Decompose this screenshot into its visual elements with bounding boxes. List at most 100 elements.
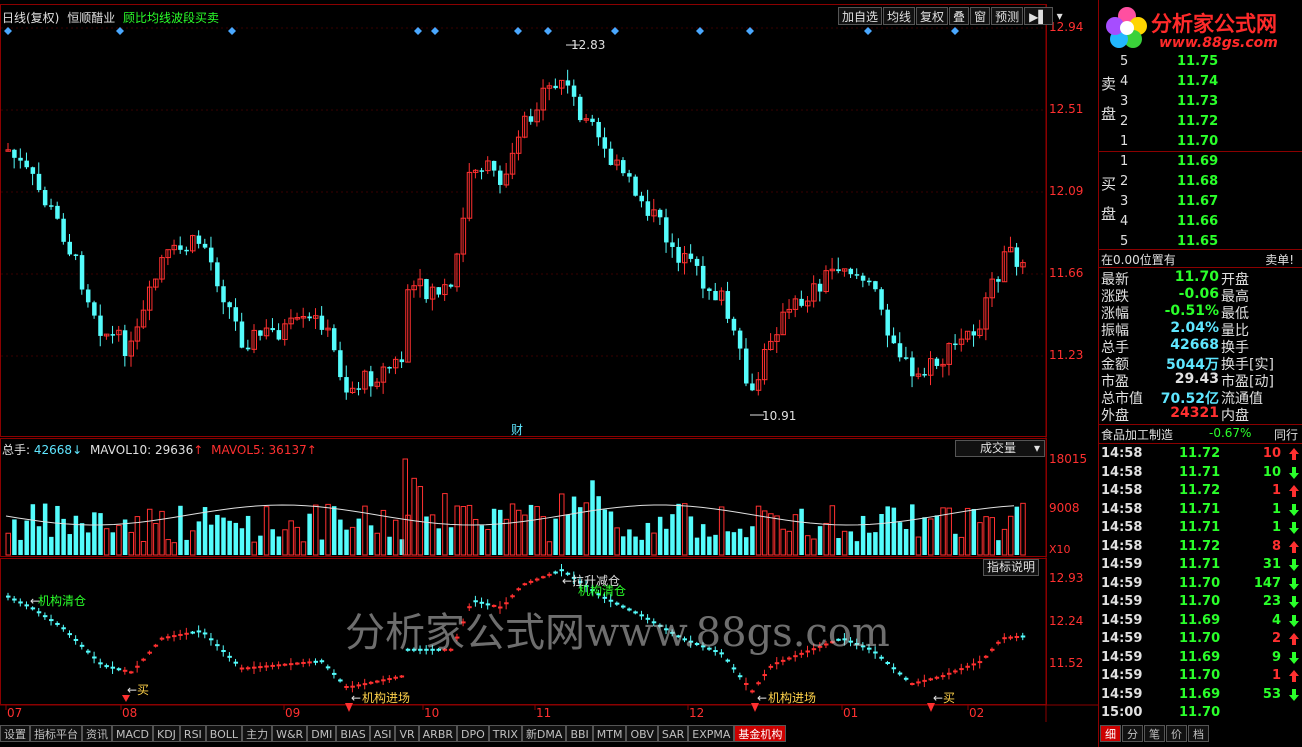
sell-row[interactable]: 1 11.70	[1117, 132, 1302, 152]
quote-tab-0[interactable]: 细	[1100, 725, 1121, 742]
tab-macd[interactable]: MACD	[112, 725, 153, 742]
buy-price: 11.65	[1177, 234, 1219, 249]
tick-price: 11.70	[1179, 594, 1221, 609]
tab-基金机构[interactable]: 基金机构	[734, 725, 787, 742]
tab-sar[interactable]: SAR	[657, 725, 689, 742]
arrow-left-icon: ←	[757, 691, 767, 705]
tab-资讯[interactable]: 资讯	[82, 725, 112, 742]
tick-price: 11.71	[1179, 501, 1221, 517]
forecast-button[interactable]: 预测	[991, 7, 1024, 25]
buy-row[interactable]: 1 11.69	[1117, 152, 1302, 172]
tab-主力[interactable]: 主力	[242, 725, 273, 742]
stat-value: 24321	[1170, 405, 1219, 421]
candle-body	[528, 116, 534, 122]
volume-bar	[583, 502, 590, 556]
tick-price: 11.72	[1179, 446, 1221, 461]
volume-bar	[380, 509, 387, 556]
candle-body	[707, 288, 712, 291]
finance-event-marker[interactable]: 财	[511, 423, 523, 437]
tab-bbi[interactable]: BBI	[566, 725, 593, 742]
sell-row[interactable]: 4 11.74	[1117, 72, 1302, 92]
tab-指标平台[interactable]: 指标平台	[30, 725, 82, 742]
window-button[interactable]: 窗	[970, 7, 991, 25]
peer-button[interactable]: 同行	[1274, 426, 1298, 443]
date-label: 11	[536, 706, 552, 720]
candle-body	[276, 330, 282, 340]
volume-bar	[953, 533, 958, 555]
candle-body	[971, 331, 977, 336]
quote-tab-4[interactable]: 档	[1188, 725, 1209, 742]
indicator-name[interactable]: 顾比均线波段买卖	[123, 11, 219, 25]
tick-price: 11.72	[1179, 483, 1221, 498]
tab-obv[interactable]: OBV	[626, 725, 658, 742]
tab-kdj[interactable]: KDJ	[152, 725, 180, 742]
ma-button[interactable]: 均线	[883, 7, 916, 25]
arrow-down-icon	[1289, 614, 1299, 627]
volume-bar	[922, 517, 927, 555]
quote-tab-3[interactable]: 价	[1166, 725, 1187, 742]
tick-row: 14:59 11.69 53	[1099, 686, 1302, 705]
add-watchlist-button[interactable]: 加自选	[838, 7, 883, 25]
tick-row: 14:58 11.72 1	[1099, 482, 1302, 501]
chart-period-title[interactable]: 日线(复权)	[2, 11, 59, 25]
volume-bar	[761, 510, 768, 556]
tab-asi[interactable]: ASI	[369, 725, 396, 742]
volume-bar	[540, 516, 547, 556]
arrow-left-icon: ←	[127, 683, 137, 697]
candle-body	[553, 85, 558, 89]
sector-name[interactable]: 食品加工制造	[1101, 426, 1173, 443]
sell-row[interactable]: 3 11.73	[1117, 92, 1302, 112]
buy-row[interactable]: 4 11.66	[1117, 212, 1302, 232]
candle-body	[565, 80, 571, 86]
volume-axis-label: 18015	[1049, 452, 1088, 466]
quote-tab-1[interactable]: 分	[1122, 725, 1143, 742]
buy-row[interactable]: 3 11.67	[1117, 192, 1302, 212]
tab-vr[interactable]: VR	[395, 725, 419, 742]
restore-button[interactable]: 复权	[916, 7, 949, 25]
indicator-help-button[interactable]: 指标说明	[983, 559, 1039, 576]
tab-设置[interactable]: 设置	[0, 725, 30, 742]
tab-rsi[interactable]: RSI	[179, 725, 206, 742]
volume-bar	[5, 532, 11, 556]
volume-bar	[263, 506, 270, 556]
tab-trix[interactable]: TRIX	[488, 725, 522, 742]
sell-row[interactable]: 2 11.72	[1117, 112, 1302, 132]
candle-body	[448, 284, 454, 287]
tab-arbr[interactable]: ARBR	[418, 725, 458, 742]
volume-bar	[215, 514, 220, 555]
volume-bar	[498, 509, 503, 555]
quote-tab-2[interactable]: 笔	[1144, 725, 1165, 742]
sell-level: 2	[1120, 114, 1129, 129]
chevron-down-icon[interactable]: ▾	[1054, 7, 1066, 25]
stat-row: 金额 5044万 换手[实]	[1099, 354, 1302, 373]
tab-mtm[interactable]: MTM	[592, 725, 627, 742]
candle-body	[676, 246, 681, 263]
candle-body	[897, 343, 903, 358]
arrow-down-icon	[1289, 688, 1299, 701]
tab-dmi[interactable]: DMI	[307, 725, 337, 742]
tick-price: 11.71	[1179, 520, 1221, 535]
volume-bar	[934, 515, 940, 555]
tab-dpo[interactable]: DPO	[457, 725, 489, 742]
volume-bar	[780, 528, 786, 556]
candle-body	[479, 170, 485, 172]
overlay-button[interactable]: 叠	[949, 7, 970, 25]
candle-body	[910, 357, 915, 377]
candle-body	[799, 298, 804, 306]
tab-bias[interactable]: BIAS	[336, 725, 370, 742]
tab-expma[interactable]: EXPMA	[688, 725, 735, 742]
tab-boll[interactable]: BOLL	[205, 725, 243, 742]
tab-w&r[interactable]: W&R	[272, 725, 308, 742]
candle-body	[67, 241, 72, 255]
tick-row: 15:00 11.70	[1099, 704, 1302, 723]
tab-新dma[interactable]: 新DMA	[521, 725, 567, 742]
buy-row[interactable]: 2 11.68	[1117, 172, 1302, 192]
arrow-left-icon: ←	[933, 691, 943, 705]
candle-body	[848, 268, 854, 275]
tick-time: 14:58	[1101, 464, 1143, 480]
fullscreen-toggle-icon[interactable]: ▶▌	[1024, 7, 1053, 25]
candle-body	[860, 275, 866, 281]
sell-row[interactable]: 5 11.75	[1117, 52, 1302, 72]
tick-time: 14:59	[1101, 631, 1143, 646]
volume-indicator-select[interactable]: 成交量 ▾	[955, 440, 1045, 457]
